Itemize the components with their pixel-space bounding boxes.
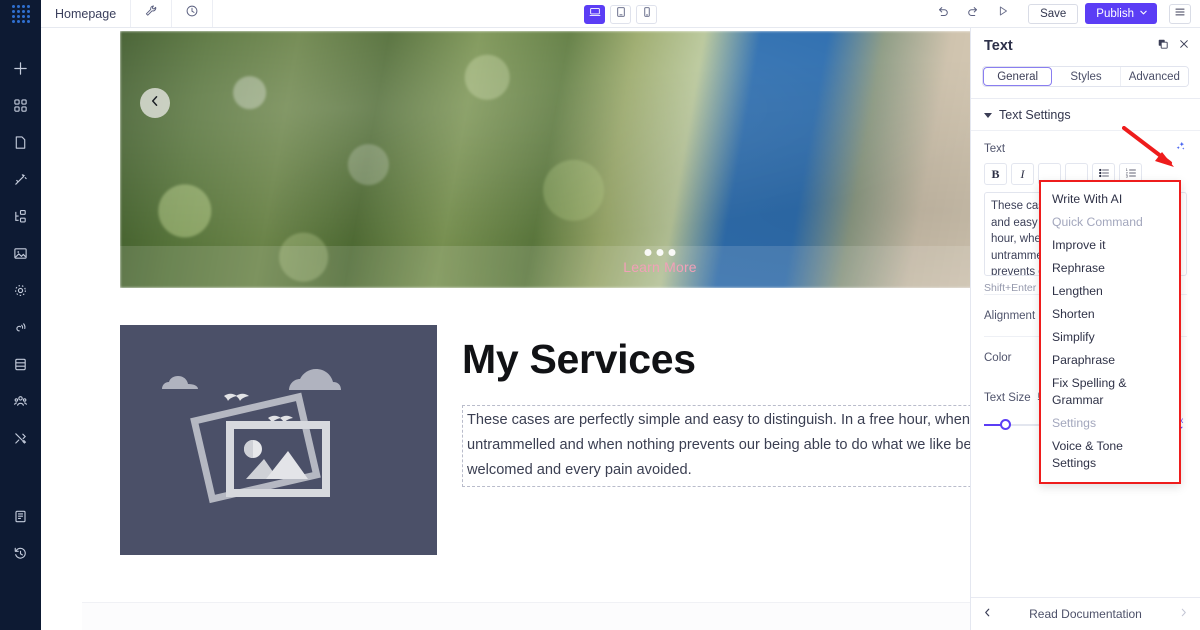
text-size-label: Text Size [984, 391, 1031, 404]
tab-advanced[interactable]: Advanced [1120, 67, 1188, 86]
plus-icon [13, 61, 28, 76]
close-icon[interactable] [1178, 37, 1190, 55]
color-label: Color [984, 351, 1012, 364]
image-icon [13, 246, 28, 261]
history-revert-icon [13, 546, 28, 561]
tab-styles[interactable]: Styles [1052, 67, 1121, 86]
globe-broadcast-icon [13, 320, 28, 335]
ai-menu-item-simplify[interactable]: Simplify [1041, 326, 1179, 349]
page-tab-homepage[interactable]: Homepage [41, 0, 132, 27]
canvas-bottom-area [82, 602, 970, 630]
sidebar-item-structure[interactable] [0, 198, 41, 235]
sidebar-item-add-element[interactable] [0, 50, 41, 87]
gear-icon [13, 283, 28, 298]
sidebar-item-design-magic[interactable] [0, 161, 41, 198]
undo-button[interactable] [928, 0, 958, 28]
clock-icon [185, 4, 199, 23]
sidebar-item-database[interactable] [0, 346, 41, 383]
save-button[interactable]: Save [1028, 3, 1079, 24]
ai-menu-item-write-with-ai[interactable]: Write With AI [1041, 188, 1179, 211]
play-preview-icon [996, 4, 1010, 23]
ai-menu-item-improve-it[interactable]: Improve it [1041, 234, 1179, 257]
panel-header: Text [971, 28, 1200, 64]
read-documentation-link[interactable]: Read Documentation [993, 607, 1178, 621]
sidebar-item-site-publish[interactable] [0, 309, 41, 346]
ai-menu-group-quick-command: Quick Command [1052, 215, 1143, 229]
app-grid-logo[interactable] [0, 0, 41, 28]
bold-button[interactable]: B [984, 163, 1007, 185]
database-icon [13, 357, 28, 372]
chevron-down-icon [984, 112, 992, 118]
history-button[interactable] [172, 0, 214, 27]
italic-button[interactable]: I [1011, 163, 1034, 185]
tools-button[interactable] [131, 0, 173, 27]
chevron-right-icon[interactable] [1178, 607, 1189, 621]
publish-button[interactable]: Publish [1085, 3, 1157, 24]
top-toolbar: Homepage Save Publish [41, 0, 1200, 28]
redo-icon [966, 4, 980, 23]
hamburger-menu-icon [1174, 5, 1186, 23]
tools-icon [13, 431, 28, 446]
panel-footer: Read Documentation [971, 597, 1200, 630]
magic-wand-icon [13, 172, 28, 187]
sidebar-item-documentation[interactable] [0, 498, 41, 535]
ai-menu-group-settings: Settings [1052, 416, 1097, 430]
preview-button[interactable] [988, 0, 1018, 28]
viewport-mobile-button[interactable] [636, 4, 657, 24]
sidebar-item-widgets[interactable] [0, 87, 41, 124]
ai-menu-item-rephrase[interactable]: Rephrase [1041, 257, 1179, 280]
text-field-label: Text [984, 143, 1006, 155]
desktop-icon [589, 5, 601, 23]
left-sidebar [0, 0, 41, 630]
undo-icon [936, 4, 950, 23]
ai-sparkle-icon[interactable] [1174, 140, 1187, 158]
sidebar-item-revisions[interactable] [0, 535, 41, 572]
ai-menu-item-fix-spelling-grammar[interactable]: Fix Spelling & Grammar [1041, 372, 1179, 412]
chevron-down-icon [1139, 8, 1148, 20]
tab-general[interactable]: General [983, 67, 1053, 86]
publish-label: Publish [1096, 7, 1134, 20]
tablet-icon [615, 5, 627, 23]
chevron-left-icon[interactable] [982, 607, 993, 621]
grid-widgets-icon [13, 98, 28, 113]
duplicate-icon[interactable] [1157, 37, 1169, 55]
services-image-placeholder[interactable] [120, 325, 437, 555]
ai-menu-item-shorten[interactable]: Shorten [1041, 303, 1179, 326]
slider-knob[interactable] [1000, 419, 1011, 430]
sidebar-item-users[interactable] [0, 383, 41, 420]
panel-tabs: General Styles Advanced [982, 66, 1189, 87]
ai-menu-item-paraphrase[interactable]: Paraphrase [1041, 349, 1179, 372]
mobile-icon [641, 5, 653, 23]
ai-menu-item-voice-tone-settings[interactable]: Voice & Tone Settings [1041, 435, 1179, 475]
text-field-header: Text [984, 140, 1187, 158]
viewport-desktop-button[interactable] [584, 4, 605, 24]
main-menu-button[interactable] [1169, 3, 1191, 24]
slider-prev-button[interactable] [140, 88, 170, 118]
svg-text:3: 3 [1125, 174, 1127, 178]
ai-menu-item-lengthen[interactable]: Lengthen [1041, 280, 1179, 303]
book-icon [13, 509, 28, 524]
section-text-settings[interactable]: Text Settings [971, 99, 1200, 131]
wrench-icon [144, 4, 158, 23]
sidebar-item-media[interactable] [0, 235, 41, 272]
viewport-tablet-button[interactable] [610, 4, 631, 24]
chevron-left-icon [148, 94, 162, 113]
ai-actions-dropdown: Write With AI Quick Command Improve it R… [1039, 180, 1181, 484]
hero-cta-button[interactable]: Learn More [623, 259, 697, 275]
section-label: Text Settings [999, 108, 1071, 122]
sidebar-item-settings[interactable] [0, 272, 41, 309]
alignment-label: Alignment [984, 309, 1036, 322]
sidebar-item-pages[interactable] [0, 124, 41, 161]
page-icon [13, 135, 28, 150]
builder-app: Homepage Save Publish Learn More My Serv… [0, 0, 1200, 630]
redo-button[interactable] [958, 0, 988, 28]
layers-tree-icon [13, 209, 28, 224]
users-icon [13, 394, 28, 409]
sidebar-item-tools[interactable] [0, 420, 41, 457]
panel-title: Text [984, 38, 1013, 54]
